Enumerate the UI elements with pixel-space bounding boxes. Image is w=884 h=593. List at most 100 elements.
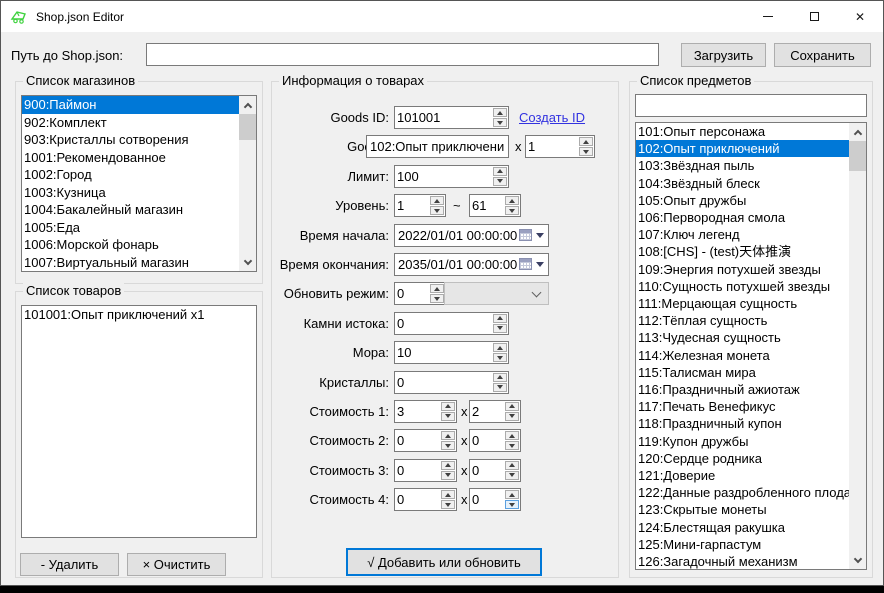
spin-up-icon[interactable] <box>441 431 455 440</box>
spin-down-icon[interactable] <box>493 383 507 392</box>
item-list-item[interactable]: 118:Праздничный купон <box>636 415 849 432</box>
cart-list[interactable]: 101001:Опыт приключений x1 <box>21 305 257 538</box>
goods-id-input[interactable] <box>395 107 492 128</box>
item-list-item[interactable]: 114:Железная монета <box>636 347 849 364</box>
item-list-item[interactable]: 113:Чудесная сущность <box>636 329 849 346</box>
item-list-item[interactable]: 122:Данные раздробленного плода <box>636 484 849 501</box>
maximize-button[interactable] <box>791 1 837 32</box>
item-list-item[interactable]: 101:Опыт персонажа <box>636 123 849 140</box>
item-list-item[interactable]: 106:Первородная смола <box>636 209 849 226</box>
level-max-input[interactable] <box>470 195 504 216</box>
item-list-item[interactable]: 126:Загадочный механизм <box>636 553 849 569</box>
cost-id-input[interactable] <box>395 489 440 510</box>
spin-up-icon[interactable] <box>505 490 519 499</box>
scroll-up-icon[interactable] <box>239 96 256 113</box>
minimize-button[interactable] <box>745 1 791 32</box>
shop-list-item[interactable]: 1001:Рекомендованное <box>22 149 239 167</box>
cost-id-input[interactable] <box>395 430 440 451</box>
cost-count-spinner[interactable] <box>469 400 521 423</box>
spin-up-icon[interactable] <box>493 167 507 176</box>
cost-count-input[interactable] <box>470 489 504 510</box>
item-list-item[interactable]: 109:Энергия потухшей звезды <box>636 261 849 278</box>
crystal-spinner[interactable] <box>394 371 509 394</box>
shop-list-item[interactable]: 900:Паймон <box>22 96 239 114</box>
cost-count-spinner[interactable] <box>469 459 521 482</box>
shops-list[interactable]: 900:Паймон902:Комплект903:Кристаллы сотв… <box>21 95 257 272</box>
shops-scrollbar[interactable] <box>239 96 256 271</box>
item-list-item[interactable]: 117:Печать Венефикус <box>636 398 849 415</box>
shop-list-item[interactable]: 1006:Морской фонарь <box>22 236 239 254</box>
refresh-mode-combobox[interactable] <box>444 282 549 305</box>
item-list-item[interactable]: 112:Тёплая сущность <box>636 312 849 329</box>
cost-id-input[interactable] <box>395 401 440 422</box>
spin-down-icon[interactable] <box>441 441 455 450</box>
cost-id-input[interactable] <box>395 460 440 481</box>
goods-count-input[interactable] <box>526 136 578 157</box>
delete-button[interactable]: - Удалить <box>20 553 119 576</box>
shop-list-item[interactable]: 1007:Виртуальный магазин <box>22 254 239 272</box>
shop-list-item[interactable]: 1002:Город <box>22 166 239 184</box>
add-or-update-button[interactable]: √ Добавить или обновить <box>346 548 542 576</box>
cart-list-item[interactable]: 101001:Опыт приключений x1 <box>22 306 256 324</box>
item-search-input[interactable] <box>635 94 867 117</box>
close-button[interactable]: ✕ <box>837 1 883 32</box>
item-list-item[interactable]: 105:Опыт дружбы <box>636 192 849 209</box>
scroll-up-icon[interactable] <box>849 123 866 140</box>
mora-input[interactable] <box>395 342 492 363</box>
spin-up-icon[interactable] <box>505 196 519 205</box>
load-button[interactable]: Загрузить <box>681 43 766 67</box>
scroll-thumb[interactable] <box>849 141 866 171</box>
level-min-input[interactable] <box>395 195 429 216</box>
item-list-item[interactable]: 108:[CHS] - (test)天体推演 <box>636 243 849 260</box>
item-list-item[interactable]: 115:Талисман мира <box>636 364 849 381</box>
level-min-spinner[interactable] <box>394 194 446 217</box>
cost-count-input[interactable] <box>470 401 504 422</box>
spin-up-icon[interactable] <box>493 343 507 352</box>
cost-id-spinner[interactable] <box>394 400 457 423</box>
crystal-input[interactable] <box>395 372 492 393</box>
item-list-item[interactable]: 125:Мини-гарпастум <box>636 536 849 553</box>
item-list-item[interactable]: 103:Звёздная пыль <box>636 157 849 174</box>
scroll-thumb[interactable] <box>239 114 256 140</box>
spin-down-icon[interactable] <box>505 500 519 509</box>
spin-down-icon[interactable] <box>505 471 519 480</box>
dropdown-arrow-icon[interactable] <box>536 262 544 267</box>
item-list-item[interactable]: 120:Сердце родника <box>636 450 849 467</box>
item-list-item[interactable]: 121:Доверие <box>636 467 849 484</box>
mora-spinner[interactable] <box>394 341 509 364</box>
spin-up-icon[interactable] <box>505 461 519 470</box>
item-list-item[interactable]: 107:Ключ легенд <box>636 226 849 243</box>
item-list-item[interactable]: 104:Звёздный блеск <box>636 175 849 192</box>
items-scrollbar[interactable] <box>849 123 866 569</box>
spin-up-icon[interactable] <box>493 108 507 117</box>
cost-id-spinner[interactable] <box>394 459 457 482</box>
spin-down-icon[interactable] <box>441 500 455 509</box>
item-list-item[interactable]: 124:Блестящая ракушка <box>636 519 849 536</box>
spin-down-icon[interactable] <box>505 412 519 421</box>
spin-down-icon[interactable] <box>505 206 519 215</box>
save-button[interactable]: Сохранить <box>774 43 871 67</box>
spin-down-icon[interactable] <box>493 353 507 362</box>
spin-down-icon[interactable] <box>441 471 455 480</box>
shop-list-item[interactable]: 1005:Еда <box>22 219 239 237</box>
shop-list-item[interactable]: 1004:Бакалейный магазин <box>22 201 239 219</box>
cost-id-spinner[interactable] <box>394 429 457 452</box>
cost-count-spinner[interactable] <box>469 429 521 452</box>
item-list-item[interactable]: 102:Опыт приключений <box>636 140 849 157</box>
spin-up-icon[interactable] <box>441 402 455 411</box>
begin-time-picker[interactable]: 2022/01/01 00:00:00 <box>394 224 549 247</box>
limit-spinner[interactable] <box>394 165 509 188</box>
spin-down-icon[interactable] <box>441 412 455 421</box>
spin-up-icon[interactable] <box>441 490 455 499</box>
goods-count-spinner[interactable] <box>525 135 595 158</box>
spin-down-icon[interactable] <box>493 324 507 333</box>
shop-list-item[interactable]: 902:Комплект <box>22 114 239 132</box>
item-list-item[interactable]: 111:Мерцающая сущность <box>636 295 849 312</box>
spin-up-icon[interactable] <box>430 284 444 293</box>
create-id-link[interactable]: Создать ID <box>519 110 585 125</box>
spin-down-icon[interactable] <box>493 177 507 186</box>
spin-up-icon[interactable] <box>441 461 455 470</box>
spin-up-icon[interactable] <box>505 402 519 411</box>
shop-list-item[interactable]: 903:Кристаллы сотворения <box>22 131 239 149</box>
spin-down-icon[interactable] <box>505 441 519 450</box>
